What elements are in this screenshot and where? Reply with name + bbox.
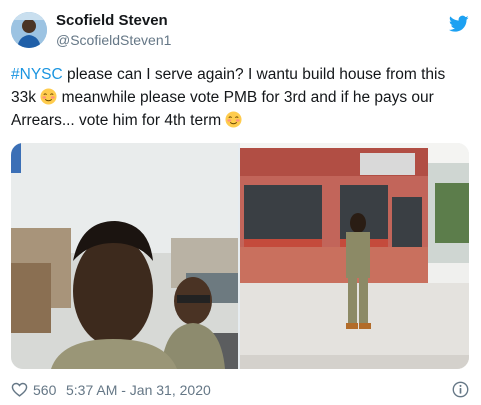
user-handle[interactable]: @ScofieldSteven1	[56, 32, 171, 48]
relieved-face-emoji-icon	[225, 111, 243, 128]
avatar[interactable]	[11, 12, 47, 48]
photo-building[interactable]	[240, 143, 469, 369]
info-icon[interactable]	[452, 381, 469, 398]
hashtag-link[interactable]: #NYSC	[11, 66, 63, 83]
tweet-text: #NYSC please can I serve again? I wantu …	[11, 63, 473, 132]
user-display-name[interactable]: Scofield Steven	[56, 12, 168, 29]
twitter-bird-icon[interactable]	[449, 15, 469, 33]
tweet-card: Scofield Steven @ScofieldSteven1 #NYSC p…	[0, 0, 481, 405]
heart-icon[interactable]	[11, 382, 28, 397]
tweet-footer: 560 5:37 AM - Jan 31, 2020	[11, 381, 473, 399]
tweet-timestamp[interactable]: 5:37 AM - Jan 31, 2020	[66, 382, 211, 398]
tweet-text-part2: meanwhile please vote PMB for 3rd and if…	[11, 89, 434, 129]
like-count[interactable]: 560	[33, 382, 56, 398]
relieved-face-emoji-icon	[40, 88, 57, 105]
photo-selfie[interactable]	[11, 143, 238, 369]
media-grid	[11, 143, 469, 369]
